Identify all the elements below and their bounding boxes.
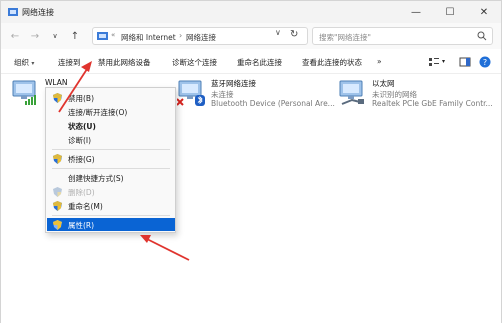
breadcrumb-network-connections[interactable]: 网络连接: [186, 32, 216, 43]
wifi-adapter-icon: [12, 80, 36, 105]
address-history-dropdown[interactable]: ∨: [275, 28, 281, 37]
recent-locations-button[interactable]: ∨: [48, 29, 62, 43]
forward-button[interactable]: →: [28, 29, 42, 43]
breadcrumb-overflow[interactable]: «: [111, 31, 115, 39]
menu-item-label: 诊断(I): [68, 136, 92, 145]
chevron-down-icon: ▾: [31, 60, 35, 67]
menu-separator: [52, 215, 170, 216]
uac-shield-icon: [53, 187, 62, 197]
disable-device-button[interactable]: 禁用此网络设备: [98, 57, 151, 68]
network-connections-window: 网络连接 — ☐ ✕ ← → ∨ ↑ « 网络和 Internet › 网络连接…: [0, 0, 502, 323]
view-status-button[interactable]: 查看此连接的状态: [302, 57, 362, 68]
uac-shield-icon: [53, 154, 62, 164]
organize-label: 组织: [14, 58, 29, 67]
menu-item-label: 删除(D): [68, 188, 95, 197]
menu-item-label: 状态(U): [68, 122, 96, 131]
back-button[interactable]: ←: [8, 29, 22, 43]
connect-to-button[interactable]: 连接到: [58, 57, 81, 68]
preview-pane-icon[interactable]: [459, 56, 471, 68]
menu-item-status[interactable]: 状态(U): [47, 119, 175, 132]
uac-shield-icon: [53, 220, 62, 230]
menu-separator: [52, 149, 170, 150]
network-folder-icon: [8, 8, 18, 16]
up-button[interactable]: ↑: [68, 29, 82, 43]
menu-item-label: 属性(R): [68, 221, 95, 230]
menu-separator: [52, 168, 170, 169]
refresh-button[interactable]: ↻: [290, 29, 298, 40]
uac-shield-icon: [53, 93, 62, 103]
view-dropdown-caret[interactable]: ▾: [442, 58, 445, 65]
search-box[interactable]: 搜索"网络连接": [312, 27, 493, 45]
search-icon: [477, 31, 487, 41]
ethernet-adapter-icon: [339, 80, 364, 105]
bluetooth-adapter-icon: [177, 80, 205, 106]
menu-item-disable[interactable]: 禁用(B): [47, 91, 175, 104]
menu-item-properties[interactable]: 属性(R): [47, 218, 175, 231]
title-bar: 网络连接 — ☐ ✕: [1, 1, 501, 23]
view-options-icon[interactable]: [428, 56, 440, 68]
uac-shield-icon: [53, 201, 62, 211]
breadcrumb-network-internet[interactable]: 网络和 Internet: [121, 32, 176, 43]
connection-device: Realtek PCIe GbE Family Contr...: [372, 99, 493, 108]
connection-item-bluetooth[interactable]: 蓝牙网络连接 未连接 Bluetooth Device (Personal Ar…: [177, 75, 337, 115]
window-title: 网络连接: [22, 8, 54, 17]
connection-name: 蓝牙网络连接: [211, 79, 256, 88]
maximize-button[interactable]: ☐: [433, 1, 467, 23]
svg-text:?: ?: [483, 58, 487, 67]
menu-item-label: 重命名(M): [68, 202, 103, 211]
menu-item-diagnose[interactable]: 诊断(I): [47, 133, 175, 146]
connection-name: WLAN: [45, 78, 68, 87]
organize-menu[interactable]: 组织 ▾: [14, 57, 34, 68]
menu-item-label: 连接/断开连接(O): [68, 108, 128, 117]
connection-name: 以太网: [372, 79, 395, 88]
rename-connection-button[interactable]: 重命名此连接: [237, 57, 282, 68]
connection-device: Bluetooth Device (Personal Are...: [211, 99, 335, 108]
diagnose-connection-button[interactable]: 诊断这个连接: [172, 57, 217, 68]
search-placeholder: 搜索"网络连接": [319, 33, 371, 42]
menu-item-label: 禁用(B): [68, 94, 94, 103]
connection-item-ethernet[interactable]: 以太网 未识别的网络 Realtek PCIe GbE Family Contr…: [338, 75, 498, 115]
close-button[interactable]: ✕: [467, 1, 501, 23]
menu-item-create-shortcut[interactable]: 创建快捷方式(S): [47, 171, 175, 184]
menu-item-connect-disconnect[interactable]: 连接/断开连接(O): [47, 105, 175, 118]
minimize-button[interactable]: —: [399, 1, 433, 23]
help-icon[interactable]: ?: [479, 56, 491, 68]
menu-item-bridge[interactable]: 桥接(G): [47, 152, 175, 165]
menu-item-rename[interactable]: 重命名(M): [47, 199, 175, 212]
command-bar: 组织 ▾ 连接到 禁用此网络设备 诊断这个连接 重命名此连接 查看此连接的状态 …: [1, 50, 501, 74]
more-commands-button[interactable]: »: [377, 57, 382, 66]
menu-item-delete: 删除(D): [47, 185, 175, 198]
network-location-icon: [97, 32, 108, 40]
menu-item-label: 桥接(G): [68, 155, 95, 164]
menu-item-label: 创建快捷方式(S): [68, 174, 124, 183]
context-menu: 禁用(B) 连接/断开连接(O) 状态(U) 诊断(I) 桥接(G) 创建快捷方…: [45, 87, 176, 233]
breadcrumb-separator: ›: [179, 31, 183, 40]
